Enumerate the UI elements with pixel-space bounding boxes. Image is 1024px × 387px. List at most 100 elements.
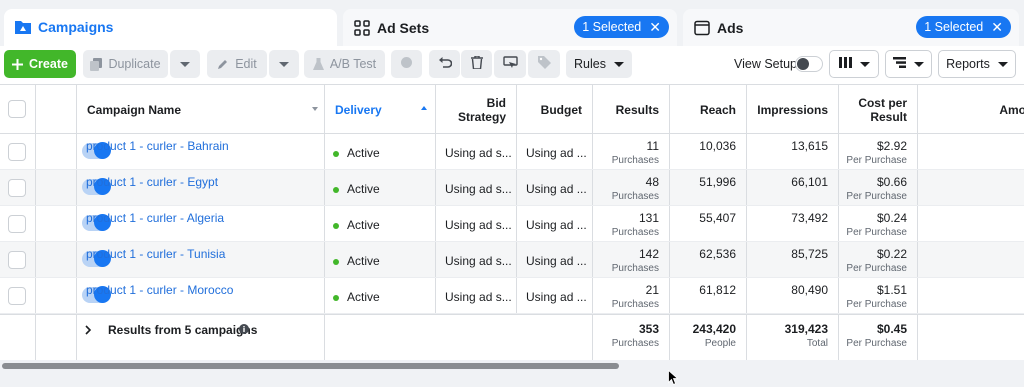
preview-button[interactable] [494, 50, 526, 78]
campaign-name-link[interactable]: product 1 - curler - Morocco [86, 283, 233, 297]
reach-value: 62,536 [699, 247, 736, 261]
tag-button[interactable] [528, 50, 560, 78]
reach-value: 51,996 [699, 175, 736, 189]
row-select-cell [0, 242, 36, 277]
col-reach[interactable]: Reach [670, 85, 747, 134]
totals-cell-empty [325, 315, 593, 361]
bid-strategy-cell: Using ad s... [436, 278, 517, 313]
undo-button[interactable] [429, 50, 460, 78]
sort-icon[interactable] [421, 106, 427, 110]
campaign-name-cell: product 1 - curler - Morocco [77, 278, 325, 313]
delete-button[interactable] [461, 50, 492, 78]
cpr-cell: $0.22 Per Purchase [839, 242, 918, 277]
edit-dropdown[interactable] [269, 50, 299, 78]
campaign-name-link[interactable]: product 1 - curler - Egypt [86, 175, 218, 189]
rules-button[interactable]: Rules [566, 50, 632, 78]
col-amount-spent-label: Amo [999, 102, 1024, 117]
edit-label: Edit [235, 57, 257, 71]
totals-impressions: 319,423 Total [747, 315, 839, 361]
campaign-name-link[interactable]: product 1 - curler - Algeria [86, 211, 224, 225]
col-delivery[interactable]: Delivery [325, 85, 436, 134]
campaign-name-link[interactable]: product 1 - curler - Bahrain [86, 139, 229, 153]
view-setup-toggle[interactable] [795, 56, 823, 72]
duplicate-button[interactable]: Duplicate [83, 50, 168, 78]
col-cost-per-result-label: Cost per Result [858, 95, 907, 124]
col-bid-strategy[interactable]: Bid Strategy [436, 85, 517, 134]
budget-cell: Using ad ... [517, 134, 593, 169]
cpr-value: $0.24 [876, 211, 907, 225]
row-checkbox[interactable] [8, 251, 26, 269]
chevron-right-icon[interactable] [85, 324, 92, 338]
table-row[interactable]: product 1 - curler - Bahrain Active Using … [0, 134, 1024, 170]
results-unit: Purchases [611, 155, 659, 166]
duplicate-dropdown[interactable] [170, 50, 200, 78]
sort-icon[interactable] [312, 107, 318, 111]
col-amount-spent[interactable]: Amo [918, 85, 1024, 134]
results-value: 11 [646, 139, 659, 153]
breakdown-button[interactable] [885, 50, 932, 78]
campaign-name-link[interactable]: product 1 - curler - Tunisia [86, 247, 225, 261]
info-icon[interactable] [239, 323, 249, 337]
scrollbar-thumb[interactable] [2, 363, 619, 369]
impressions-cell: 85,725 [747, 242, 839, 277]
flask-icon [312, 57, 324, 71]
budget-cell: Using ad ... [517, 278, 593, 313]
table-row[interactable]: product 1 - curler - Algeria Active Using … [0, 206, 1024, 242]
row-checkbox[interactable] [8, 287, 26, 305]
row-select-cell [0, 278, 36, 313]
row-select-cell [0, 170, 36, 205]
totals-cpr: $0.45 Per Purchase [839, 315, 918, 361]
row-checkbox[interactable] [8, 179, 26, 197]
chevron-down-icon [859, 61, 870, 67]
pencil-icon [217, 58, 229, 70]
edit-button[interactable]: Edit [207, 50, 267, 78]
active-status-dot-icon [333, 258, 339, 265]
select-all-cell [0, 85, 36, 134]
col-cost-per-result[interactable]: Cost per Result [839, 85, 918, 134]
tab-ad-sets[interactable]: Ad Sets 1 Selected ✕ [343, 9, 677, 46]
reach-cell: 61,812 [670, 278, 747, 313]
ab-test-button[interactable]: A/B Test [304, 50, 385, 78]
tab-ads[interactable]: Ads 1 Selected ✕ [683, 9, 1019, 46]
select-all-checkbox[interactable] [8, 100, 26, 118]
plus-icon [12, 58, 24, 70]
tab-ad-sets-label: Ad Sets [377, 19, 430, 36]
col-results[interactable]: Results [593, 85, 670, 134]
active-status-dot-icon [333, 150, 339, 157]
results-cell: 11 Purchases [593, 134, 670, 169]
row-checkbox[interactable] [8, 215, 26, 233]
table-row[interactable]: product 1 - curler - Egypt Active Using ad… [0, 170, 1024, 206]
reach-cell: 10,036 [670, 134, 747, 169]
create-button[interactable]: Create [4, 50, 76, 78]
col-budget[interactable]: Budget [517, 85, 593, 134]
row-checkbox[interactable] [8, 143, 26, 161]
totals-reach-unit: People [704, 338, 736, 349]
campaign-name-cell: product 1 - curler - Tunisia [77, 242, 325, 277]
active-status-dot-icon [333, 186, 339, 193]
ad-sets-selected-pill[interactable]: 1 Selected ✕ [574, 16, 669, 38]
create-label: Create [29, 57, 68, 71]
ads-selected-pill[interactable]: 1 Selected ✕ [916, 16, 1011, 38]
results-unit: Purchases [611, 263, 659, 274]
cpr-value: $0.22 [876, 247, 907, 261]
cpr-value: $2.92 [876, 139, 907, 153]
close-icon[interactable]: ✕ [991, 19, 1003, 36]
col-campaign-name[interactable]: Campaign Name [77, 85, 325, 134]
table-row[interactable]: product 1 - curler - Morocco Active Using … [0, 278, 1024, 314]
close-icon[interactable]: ✕ [649, 19, 661, 36]
undo-icon [438, 56, 452, 72]
totals-impressions-unit: Total [806, 338, 828, 349]
columns-button[interactable] [829, 50, 879, 78]
budget-cell: Using ad ... [517, 242, 593, 277]
budget-cell: Using ad ... [517, 206, 593, 241]
results-cell: 142 Purchases [593, 242, 670, 277]
reports-button[interactable]: Reports [938, 50, 1016, 78]
chevron-down-icon [997, 61, 1008, 67]
block-button[interactable] [391, 50, 422, 78]
totals-label-cell: Results from 5 campaigns [77, 315, 325, 361]
col-impressions[interactable]: Impressions [747, 85, 839, 134]
table-row[interactable]: product 1 - curler - Tunisia Active Using … [0, 242, 1024, 278]
tab-campaigns[interactable]: Campaigns [4, 9, 337, 47]
results-value: 21 [645, 283, 659, 297]
results-cell: 131 Purchases [593, 206, 670, 241]
